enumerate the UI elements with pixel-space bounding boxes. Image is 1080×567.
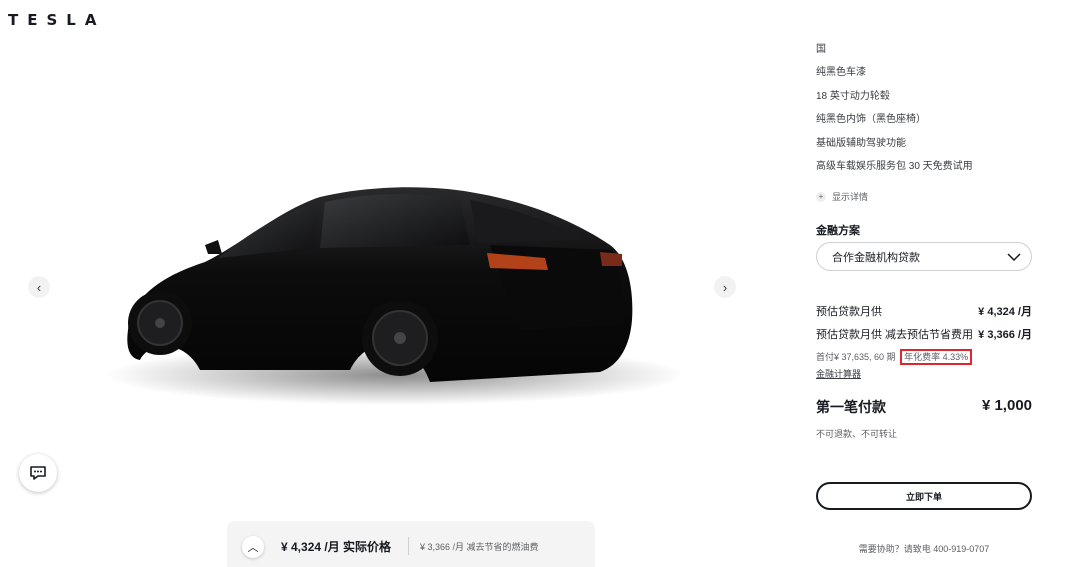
show-details-button[interactable]: + 显示详情	[816, 190, 868, 203]
loan-terms: 首付¥ 37,635, 60 期 年化费率 4.33%	[816, 349, 973, 365]
car-image	[105, 187, 685, 405]
annual-rate-highlight: 年化费率 4.33%	[900, 349, 973, 365]
order-now-button[interactable]: 立即下单	[816, 482, 1032, 510]
loan-terms-text: 首付¥ 37,635, 60 期	[816, 352, 896, 362]
divider	[408, 537, 409, 555]
expand-summary-button[interactable]: ︿	[242, 536, 264, 558]
car-image-stage	[0, 40, 790, 520]
first-payment-note: 不可退款、不可转让	[816, 429, 898, 439]
chat-icon	[30, 466, 46, 480]
tesla-logo[interactable]: TESLA	[8, 11, 105, 29]
summary-price: ¥ 4,324 /月 实际价格	[281, 540, 392, 554]
chevron-up-icon: ︿	[247, 542, 259, 554]
spec-item: 高级车载娱乐服务包 30 天免费试用	[816, 161, 973, 172]
plus-icon: +	[816, 191, 826, 202]
finance-calculator-link[interactable]: 金融计算器	[816, 367, 861, 380]
monthly-savings-value: ¥ 3,366 /月	[978, 329, 1032, 341]
spec-item: 基础版辅助驾驶功能	[816, 138, 906, 149]
spec-item: 纯黑色车漆	[816, 67, 866, 78]
financing-title: 金融方案	[816, 225, 860, 237]
prev-image-button[interactable]: ‹	[28, 276, 50, 298]
summary-alt-price: ¥ 3,366 /月 减去节省的燃油费	[420, 542, 539, 552]
help-contact[interactable]: 需要协助？请致电 400-919-0707	[816, 542, 1032, 555]
first-payment-amount: ¥ 1,000	[981, 397, 1032, 414]
monthly-payment-value: ¥ 4,324 /月	[978, 306, 1032, 318]
monthly-savings-label: 预估贷款月供 减去预估节省费用	[816, 329, 974, 341]
first-payment-row: 第一笔付款 ¥ 1,000	[816, 397, 1032, 417]
spec-item: 18 英寸动力轮毂	[816, 91, 890, 102]
spec-item: 国	[816, 44, 826, 55]
monthly-savings-row: 预估贷款月供 减去预估节省费用 ¥ 3,366 /月	[816, 326, 1032, 342]
financing-selected-option: 合作金融机构贷款	[832, 251, 920, 264]
chevron-left-icon: ‹	[36, 279, 42, 295]
chevron-right-icon: ›	[722, 279, 728, 295]
chevron-down-icon	[1007, 252, 1021, 261]
chat-button[interactable]	[19, 454, 57, 492]
first-payment-label: 第一笔付款	[816, 399, 886, 415]
financing-select[interactable]: 合作金融机构贷款	[816, 242, 1032, 271]
monthly-payment-label: 预估贷款月供	[816, 306, 882, 318]
spec-item: 纯黑色内饰（黑色座椅）	[816, 114, 926, 125]
monthly-payment-row: 预估贷款月供 ¥ 4,324 /月	[816, 303, 1032, 319]
show-details-label: 显示详情	[832, 192, 869, 202]
price-summary-bar: ︿ ¥ 4,324 /月 实际价格 ¥ 3,366 /月 减去节省的燃油费	[227, 521, 595, 567]
next-image-button[interactable]: ›	[714, 276, 736, 298]
